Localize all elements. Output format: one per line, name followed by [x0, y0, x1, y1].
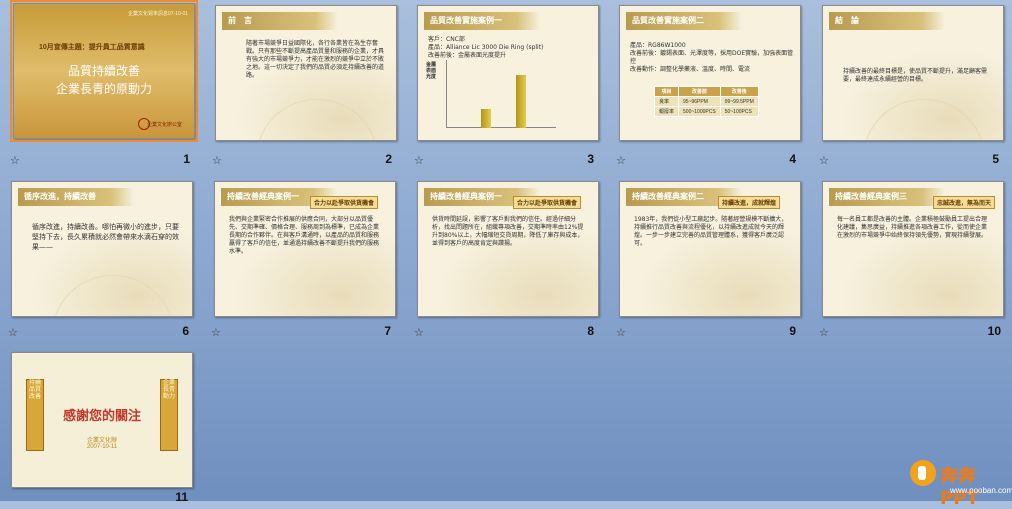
slide-number: 4: [789, 152, 796, 166]
slide-tag: 忠誠改進，無為而天: [933, 196, 996, 209]
slide-thumbnail-6[interactable]: 循序改進，持續改善 循序改進，持續改善。哪怕再微小的進步，只要堅持下去，長久累積…: [11, 181, 193, 317]
slide-thumbnail-1[interactable]: 企業文化週末訊息07-10-01 10月宣傳主題：提升員工品質意識 品質持續改善…: [10, 0, 198, 142]
thanks-title: 感謝您的關注: [62, 408, 141, 423]
company-logo: 企業文化辦公室: [146, 122, 182, 128]
pillar-text: 持續品質改善: [28, 380, 41, 400]
slide-body: 持續改善的最終目標是，使品質不斷提升，滿足顧客需要，最終達成永續經營的目標。: [843, 68, 988, 83]
animation-star-icon[interactable]: ☆: [414, 326, 424, 339]
slide-title: 前 言: [222, 12, 338, 30]
slide-tag: 合力以赴爭取供貨機會: [513, 196, 582, 209]
x-axis: [446, 127, 556, 128]
slide-line: 客戶：CNC部: [428, 36, 465, 43]
animation-star-icon[interactable]: ☆: [616, 326, 626, 339]
slide-line: 產品：Alliance Lic 3000 Die Ring (split): [428, 44, 544, 51]
slide-thumbnail-10[interactable]: 持續改善經典案例三 忠誠改進，無為而天 每一名員工都是改善的主體。企業積極鼓勵員…: [822, 181, 1004, 317]
slide-body: 我們與企業緊密合作推展的供應合同，大部分以品質優先、交期準確、價格合理、服務周到…: [229, 216, 380, 255]
animation-star-icon[interactable]: ☆: [211, 326, 221, 339]
brand-logo-icon: [910, 460, 936, 486]
slide-number: 6: [182, 324, 189, 338]
slide-tag: 合力以赴爭取供貨機會: [310, 196, 379, 209]
slide-number: 9: [789, 324, 796, 338]
slide-header-note: 企業文化週末訊息07-10-01: [127, 11, 188, 17]
slide-thumbnail-8[interactable]: 持續改善經典案例一 合力以赴爭取供貨機會 供貨時間延誤，影響了客戶對我們的信任。…: [417, 181, 599, 317]
watermark-url: www.pooban.com: [950, 486, 1012, 495]
slide-title: 循序改進，持續改善: [18, 188, 134, 206]
table-cell: 500~1000PCS: [678, 106, 721, 117]
table-cell: 良率: [653, 96, 680, 107]
slide-tag: 持續改進，成就輝煌: [718, 196, 781, 209]
slide-title: 持續改善經典案例三: [829, 188, 945, 206]
y-axis: [446, 60, 447, 128]
slide-number: 5: [992, 152, 999, 166]
slide-thumbnail-2[interactable]: 前 言 隨著市場競爭日益國際化，各行各業皆在為生存奮戰。只有那些不斷提高產品質量…: [215, 5, 397, 141]
table-header: 項目: [653, 86, 680, 97]
slide-number: 1: [183, 152, 190, 166]
slide-title: 品質改善實施案例二: [626, 12, 742, 30]
signature: 企業文化辦: [86, 438, 117, 444]
slide-thumbnail-5[interactable]: 結 論 持續改善的最終目標是，使品質不斷提升，滿足顧客需要，最終達成永續經營的目…: [822, 5, 1004, 141]
animation-star-icon[interactable]: ☆: [10, 154, 20, 167]
slide-thumbnail-9[interactable]: 持續改善經典案例二 持續改進，成就輝煌 1983年，我們從小型工廠起步。隨著經營…: [619, 181, 801, 317]
animation-star-icon[interactable]: ☆: [8, 326, 18, 339]
slide-number: 3: [587, 152, 594, 166]
table-cell: 50~100PCS: [719, 106, 759, 117]
slide-date: 2007-10-11: [86, 444, 118, 450]
slide-body: 每一名員工都是改善的主體。企業積極鼓勵員工提出合理化建議，集思廣益，持續推進各項…: [837, 216, 988, 239]
slide-number: 2: [385, 152, 392, 166]
chart-bar: [516, 75, 526, 128]
table-header: 改善前: [678, 86, 721, 97]
animation-star-icon[interactable]: ☆: [616, 154, 626, 167]
slide-body: 供貨時間延誤，影響了客戶對我們的信任。經過仔細分析，找出問題所在，組織專項改善，…: [432, 216, 584, 247]
slide-title: 品質改善實施案例一: [424, 12, 540, 30]
slide-number: 8: [587, 324, 594, 338]
slide-number: 7: [384, 324, 391, 338]
slide-thumbnail-4[interactable]: 品質改善實施案例二 產品：RG86W1000 改善前後：鍍錫表面、光澤度等，採用…: [619, 5, 801, 141]
animation-star-icon[interactable]: ☆: [414, 154, 424, 167]
table-cell: 報廢率: [653, 106, 680, 117]
y-axis-label: 金屬表面光度: [426, 62, 437, 80]
table-cell: 99~99.5PPM: [719, 96, 759, 107]
slide-thumbnail-7[interactable]: 持續改善經典案例一 合力以赴爭取供貨機會 我們與企業緊密合作推展的供應合同，大部…: [214, 181, 396, 317]
bar-chart: 金屬表面光度: [426, 58, 556, 128]
table-header: 改善後: [719, 86, 759, 97]
slide-line: 產品：RG86W1000: [630, 42, 686, 49]
slide-line: 改善前後：鍍錫表面、光澤度等，採用DOE實驗，加強表面管控: [630, 50, 794, 65]
chart-bar: [481, 109, 491, 128]
slide-number: 10: [987, 324, 1001, 338]
slide-line: 改善動作：調整化學藥液、溫度、時間、電流: [630, 66, 751, 73]
animation-star-icon[interactable]: ☆: [819, 326, 829, 339]
slide-number: 11: [175, 490, 188, 504]
animation-star-icon[interactable]: ☆: [819, 154, 829, 167]
slide-body: 隨著市場競爭日益國際化，各行各業皆在為生存奮戰。只有那些不斷提高產品質量和服務的…: [246, 40, 385, 79]
table-cell: 95~96PPM: [678, 96, 721, 107]
table-row: 報廢率 500~1000PCS 50~100PCS: [653, 106, 759, 117]
pillar-text: 企業長青動力: [162, 380, 175, 400]
slide-thumbnail-11[interactable]: 持續品質改善 企業長青動力 感謝您的關注 企業文化辦 2007-10-11: [11, 352, 193, 488]
slide-body: 1983年，我們從小型工廠起步。隨著經營規模不斷擴大，持續推行品質改善與流程優化…: [634, 216, 788, 247]
slide-title-line-1: 品質持續改善: [67, 64, 140, 78]
slide-body: 循序改進，持續改善。哪怕再微小的進步，只要堅持下去，長久累積就必然會帶來水滴石穿…: [32, 223, 179, 251]
slide-title: 結 論: [829, 12, 945, 30]
animation-star-icon[interactable]: ☆: [212, 154, 222, 167]
comparison-table: 項目 改善前 改善後 良率 95~96PPM 99~99.5PPM 報廢率 50…: [653, 86, 759, 117]
table-row: 良率 95~96PPM 99~99.5PPM: [653, 96, 759, 107]
slide-thumbnail-3[interactable]: 品質改善實施案例一 客戶：CNC部 產品：Alliance Lic 3000 D…: [417, 5, 599, 141]
slide-title-line-2: 企業長青的原動力: [55, 82, 152, 96]
slide-sorter: { "slides": [ {"num":"1","title":"","top…: [0, 0, 1012, 509]
slide-subtitle: 10月宣傳主題：提升員工品質意識: [39, 44, 145, 51]
